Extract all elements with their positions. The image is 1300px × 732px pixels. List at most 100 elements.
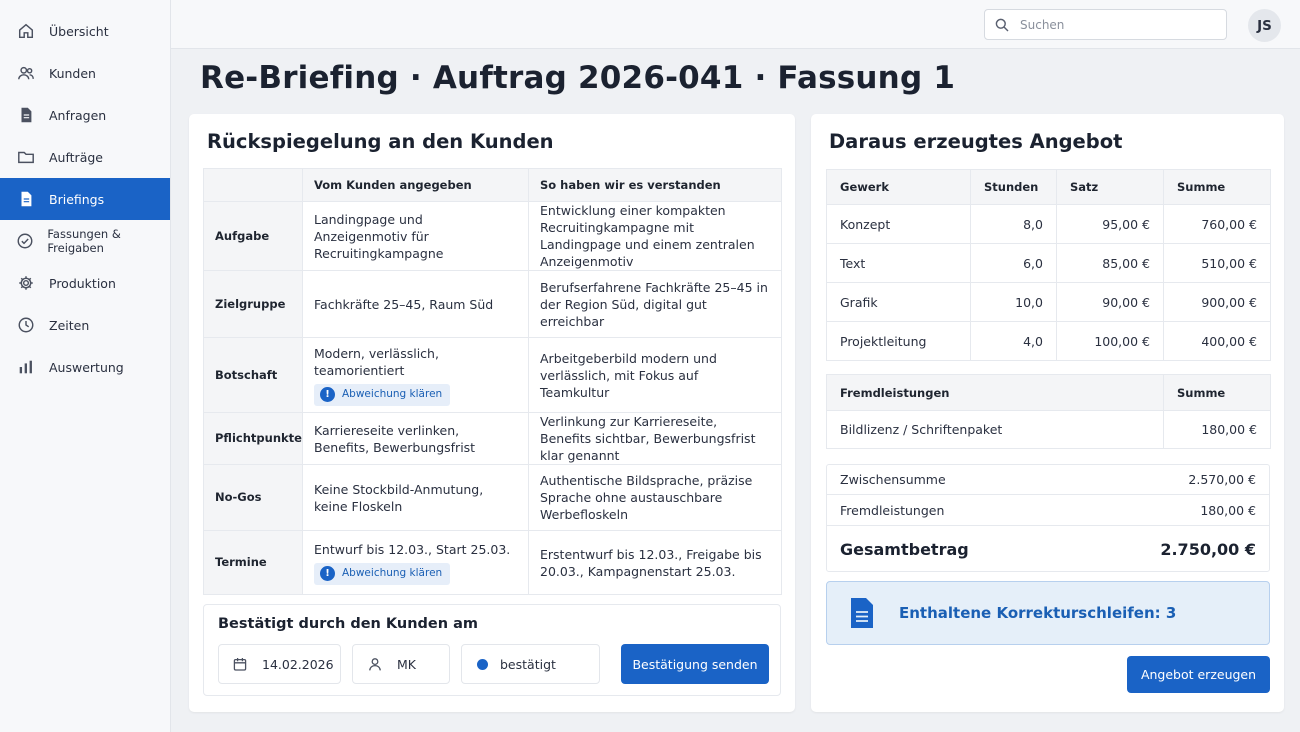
table-row: Bildlizenz / Schriftenpaket 180,00 € xyxy=(826,410,1271,449)
table-row: Pflichtpunkte Karriereseite verlinken, B… xyxy=(203,412,782,465)
hours-cell: 8,0 xyxy=(970,204,1057,244)
table-row: Aufgabe Landingpage und Anzeigenmotiv fü… xyxy=(203,201,782,271)
alert-icon: ! xyxy=(320,566,335,581)
user-field[interactable]: MK xyxy=(352,644,450,684)
sidebar-item-produktion[interactable]: Produktion xyxy=(0,262,170,304)
totals-box: Zwischensumme 2.570,00 € Fremdleistungen… xyxy=(826,464,1270,572)
given-text: Entwurf bis 12.03., Start 25.03. xyxy=(314,541,511,557)
badge-label: Abweichung klären xyxy=(342,388,443,400)
correction-loops-info: Enthaltene Korrekturschleifen: 3 xyxy=(826,581,1270,645)
reflection-card: Rückspiegelung an den Kunden Vom Kunden … xyxy=(189,114,795,712)
given-cell: Landingpage und Anzeigenmotiv für Recrui… xyxy=(302,201,529,271)
rate-cell: 85,00 € xyxy=(1056,243,1164,283)
rate-cell: 100,00 € xyxy=(1056,321,1164,361)
understood-cell: Authentische Bildsprache, präzise Sprach… xyxy=(528,464,782,531)
folder-icon xyxy=(16,147,36,167)
table-row: No-Gos Keine Stockbild-Anmutung, keine F… xyxy=(203,464,782,531)
sum-cell: 510,00 € xyxy=(1163,243,1271,283)
table-row: Konzept 8,0 95,00 € 760,00 € xyxy=(826,204,1271,244)
table-row: Grafik 10,0 90,00 € 900,00 € xyxy=(826,282,1271,322)
given-cell: Karriereseite verlinken, Benefits, Bewer… xyxy=(302,412,529,465)
avatar[interactable]: JS xyxy=(1248,9,1281,42)
hours-cell: 10,0 xyxy=(970,282,1057,322)
deviation-badge[interactable]: ! Abweichung klären xyxy=(314,562,451,585)
row-label: Pflichtpunkte xyxy=(203,412,303,465)
sum-cell: 400,00 € xyxy=(1163,321,1271,361)
sum-cell: 900,00 € xyxy=(1163,282,1271,322)
search-box[interactable] xyxy=(984,9,1227,40)
sidebar-item-label: Fassungen & Freigaben xyxy=(47,227,121,255)
rate-cell: 95,00 € xyxy=(1056,204,1164,244)
row-label: Zielgruppe xyxy=(203,270,303,338)
given-cell: Fachkräfte 25–45, Raum Süd xyxy=(302,270,529,338)
user-value: MK xyxy=(397,656,416,672)
given-cell: Entwurf bis 12.03., Start 25.03. ! Abweic… xyxy=(302,530,529,595)
sidebar-item-anfragen[interactable]: Anfragen xyxy=(0,94,170,136)
date-field[interactable]: 14.02.2026 xyxy=(218,644,341,684)
table-header-row: Fremdleistungen Summe xyxy=(826,374,1271,411)
sidebar-item-label: Übersicht xyxy=(49,23,109,39)
sidebar-item-label: Aufträge xyxy=(49,149,103,165)
page-title: Re-Briefing · Auftrag 2026-041 · Fassung… xyxy=(200,60,956,96)
column-header: Fremdleistungen xyxy=(826,374,1164,411)
sidebar-item-label: Anfragen xyxy=(49,107,107,123)
check-circle-icon xyxy=(16,231,34,251)
column-header: So haben wir es verstanden xyxy=(528,168,782,202)
sidebar: Übersicht Kunden Anfragen Aufträge Brief… xyxy=(0,0,171,732)
sidebar-item-label: Briefings xyxy=(49,191,105,207)
work-table: Gewerk Stunden Satz Summe Konzept 8,0 95… xyxy=(826,169,1271,361)
home-icon xyxy=(16,21,36,41)
user-icon xyxy=(367,656,383,672)
subtotal-row: Zwischensumme 2.570,00 € xyxy=(827,465,1269,495)
external-total-value: 180,00 € xyxy=(1200,502,1256,518)
row-label: Termine xyxy=(203,530,303,595)
column-header: Vom Kunden angegeben xyxy=(302,168,529,202)
sidebar-item-briefings[interactable]: Briefings xyxy=(0,178,170,220)
correction-loops-text: Enthaltene Korrekturschleifen: 3 xyxy=(899,604,1177,622)
search-input[interactable] xyxy=(1020,17,1210,32)
table-row: Botschaft Modern, verlässlich, teamorien… xyxy=(203,337,782,413)
subtotal-label: Zwischensumme xyxy=(840,472,946,487)
status-field[interactable]: bestätigt xyxy=(461,644,600,684)
deviation-badge[interactable]: ! Abweichung klären xyxy=(314,383,451,406)
row-label: Aufgabe xyxy=(203,201,303,271)
bar-chart-icon xyxy=(16,357,36,377)
grand-total-row: Gesamtbetrag 2.750,00 € xyxy=(827,526,1269,573)
create-offer-button[interactable]: Angebot erzeugen xyxy=(1127,656,1270,693)
gear-icon xyxy=(16,273,36,293)
understood-cell: Verlinkung zur Karriereseite, Benefits s… xyxy=(528,412,782,465)
document-icon xyxy=(849,597,875,629)
given-text: Modern, verlässlich, teamorientiert xyxy=(314,345,439,378)
understood-cell: Arbeitgeberbild modern und verlässlich, … xyxy=(528,337,782,413)
table-header-row: Vom Kunden angegeben So haben wir es ver… xyxy=(203,168,782,202)
send-confirmation-button[interactable]: Bestätigung senden xyxy=(621,644,769,684)
hours-cell: 6,0 xyxy=(970,243,1057,283)
sidebar-item-uebersicht[interactable]: Übersicht xyxy=(0,10,170,52)
sidebar-item-label: Kunden xyxy=(49,65,96,81)
trade-cell: Projektleitung xyxy=(826,321,971,361)
row-label: No-Gos xyxy=(203,464,303,531)
column-header: Satz xyxy=(1056,169,1164,205)
users-icon xyxy=(16,63,36,83)
reflection-title: Rückspiegelung an den Kunden xyxy=(207,130,554,153)
sidebar-item-fassungen[interactable]: Fassungen & Freigaben xyxy=(0,220,170,262)
sidebar-item-kunden[interactable]: Kunden xyxy=(0,52,170,94)
trade-cell: Text xyxy=(826,243,971,283)
trade-cell: Grafik xyxy=(826,282,971,322)
table-header-row: Gewerk Stunden Satz Summe xyxy=(826,169,1271,205)
sidebar-item-zeiten[interactable]: Zeiten xyxy=(0,304,170,346)
sidebar-item-auftraege[interactable]: Aufträge xyxy=(0,136,170,178)
reflection-table: Vom Kunden angegeben So haben wir es ver… xyxy=(203,168,782,595)
alert-icon: ! xyxy=(320,387,335,402)
sidebar-item-auswertung[interactable]: Auswertung xyxy=(0,346,170,388)
badge-label: Abweichung klären xyxy=(342,567,443,579)
subtotal-value: 2.570,00 € xyxy=(1188,472,1256,487)
topbar: JS xyxy=(171,0,1300,49)
understood-cell: Erstentwurf bis 12.03., Freigabe bis 20.… xyxy=(528,530,782,595)
column-header: Summe xyxy=(1163,169,1271,205)
column-header: Gewerk xyxy=(826,169,971,205)
column-header: Summe xyxy=(1163,374,1271,411)
grand-total-label: Gesamtbetrag xyxy=(840,540,969,559)
sidebar-item-label: Auswertung xyxy=(49,359,124,375)
sidebar-item-label: Produktion xyxy=(49,275,116,291)
